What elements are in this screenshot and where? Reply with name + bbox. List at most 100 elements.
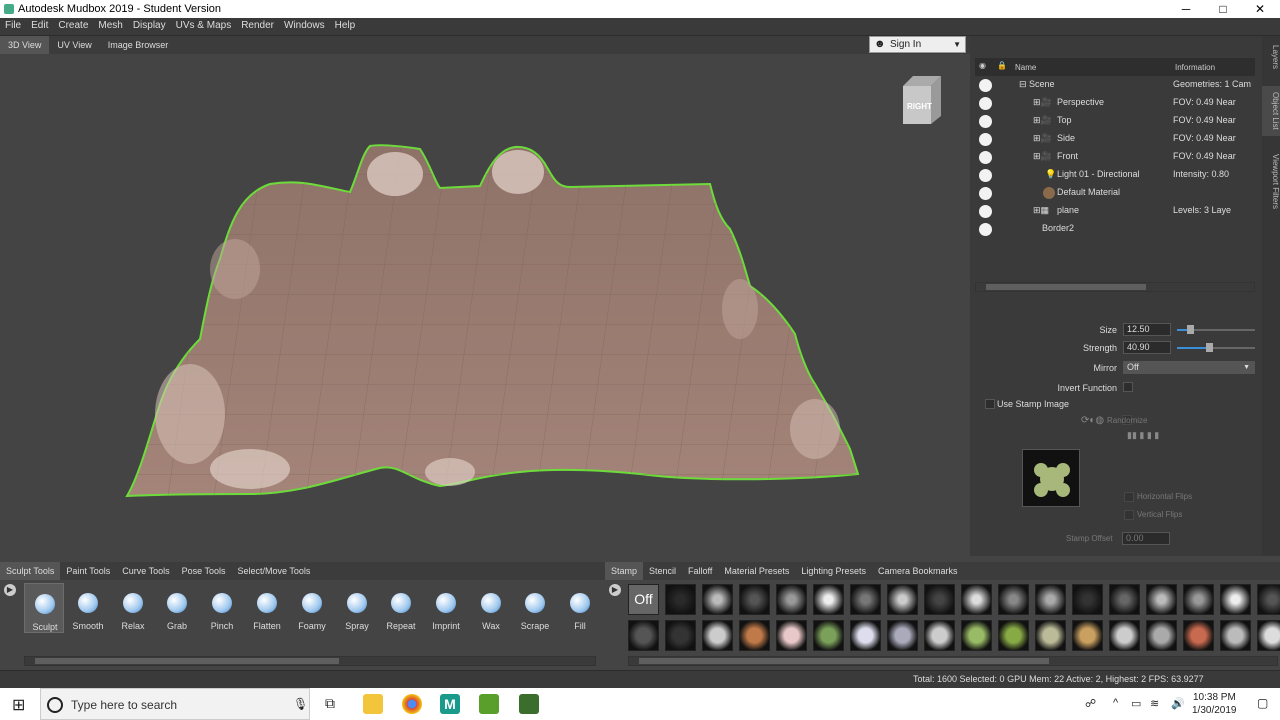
stamp-thumbnail[interactable] — [813, 584, 844, 615]
stamp-thumbnail[interactable] — [1183, 620, 1214, 651]
tab-curve-tools[interactable]: Curve Tools — [116, 562, 175, 580]
stamp-thumbnail[interactable] — [850, 620, 881, 651]
visibility-toggle[interactable] — [979, 169, 992, 182]
notifications-icon[interactable]: ▢ — [1257, 696, 1268, 710]
tab-stamp[interactable]: Stamp — [605, 562, 644, 580]
camtasia-icon[interactable] — [479, 694, 499, 714]
stamp-tray-menu-button[interactable]: ▶ — [609, 584, 621, 596]
wifi-icon[interactable]: ≋ — [1150, 697, 1159, 710]
stamp-thumbnail[interactable] — [1257, 584, 1280, 615]
tools-tray-scrollbar[interactable] — [24, 656, 596, 666]
stamp-thumbnail[interactable] — [813, 620, 844, 651]
list-item[interactable]: ⊟ Scene Geometries: 1 Cam — [975, 76, 1255, 94]
stamp-thumbnail[interactable] — [850, 584, 881, 615]
mudbox-icon[interactable]: M — [440, 694, 460, 714]
clock-date[interactable]: 1/30/2019 — [1192, 705, 1237, 716]
maximize-button[interactable]: □ — [1203, 1, 1243, 17]
system-tray-chevron-icon[interactable]: ^ — [1113, 697, 1118, 709]
stamp-thumbnail[interactable] — [665, 584, 696, 615]
menu-render[interactable]: Render — [236, 18, 279, 33]
object-list-scrollbar[interactable] — [975, 282, 1255, 292]
relax-tool[interactable]: Relax — [113, 583, 153, 633]
horizontal-flips-checkbox[interactable] — [1124, 492, 1134, 502]
wax-tool[interactable]: Wax — [471, 583, 511, 633]
stamp-thumbnail[interactable] — [1220, 584, 1251, 615]
list-item[interactable]: Border2 — [975, 220, 1255, 238]
stamp-thumbnail[interactable] — [739, 584, 770, 615]
stamp-thumbnail[interactable] — [1109, 620, 1140, 651]
menu-help[interactable]: Help — [330, 18, 361, 33]
invert-function-checkbox[interactable] — [1123, 382, 1133, 392]
tab-3d-view[interactable]: 3D View — [0, 36, 50, 54]
menu-windows[interactable]: Windows — [279, 18, 330, 33]
tab-layers[interactable]: Layers — [1262, 42, 1280, 72]
list-item[interactable]: ⊞▦ plane Levels: 3 Laye — [975, 202, 1255, 220]
stamp-adjust-sliders[interactable]: ▮▮ ▮ ▮ ▮ — [1127, 430, 1247, 500]
scrape-tool[interactable]: Scrape — [515, 583, 555, 633]
minimize-button[interactable]: ─ — [1166, 1, 1206, 17]
microphone-icon[interactable]: 🎙 — [293, 697, 308, 711]
tab-stencil[interactable]: Stencil — [643, 562, 682, 580]
tab-select-move-tools[interactable]: Select/Move Tools — [231, 562, 316, 580]
menu-display[interactable]: Display — [128, 18, 171, 33]
stamp-thumbnail[interactable] — [628, 620, 659, 651]
tab-object-list[interactable]: Object List — [1262, 86, 1280, 136]
tab-uv-view[interactable]: UV View — [49, 36, 99, 54]
tab-lighting-presets[interactable]: Lighting Presets — [795, 562, 872, 580]
task-view-icon[interactable]: ⧉ — [325, 695, 335, 712]
visibility-toggle[interactable] — [979, 79, 992, 92]
rotate-icon[interactable]: ⟳◐◍ — [1081, 415, 1104, 426]
stamp-thumbnail[interactable] — [1035, 620, 1066, 651]
stamp-thumbnail[interactable] — [1072, 620, 1103, 651]
tab-viewport-filters[interactable]: Viewport Filters — [1262, 146, 1280, 216]
tab-paint-tools[interactable]: Paint Tools — [60, 562, 116, 580]
stamp-thumbnail[interactable] — [702, 620, 733, 651]
menu-create[interactable]: Create — [53, 18, 93, 33]
repeat-tool[interactable]: Repeat — [381, 583, 421, 633]
view-cube[interactable]: RIGHT — [901, 74, 942, 124]
visibility-toggle[interactable] — [979, 187, 992, 200]
grab-tool[interactable]: Grab — [157, 583, 197, 633]
stamp-thumbnail[interactable] — [1072, 584, 1103, 615]
visibility-toggle[interactable] — [979, 205, 992, 218]
viewport-3d[interactable] — [0, 54, 966, 552]
menu-edit[interactable]: Edit — [26, 18, 53, 33]
visibility-toggle[interactable] — [979, 223, 992, 236]
stamp-thumbnail[interactable] — [961, 584, 992, 615]
strength-slider[interactable] — [1177, 343, 1255, 352]
stamp-thumbnail[interactable] — [1146, 584, 1177, 615]
stamp-image-preview[interactable] — [1022, 449, 1080, 507]
foamy-tool[interactable]: Foamy — [292, 583, 332, 633]
volume-icon[interactable]: 🔊 — [1171, 697, 1185, 710]
people-icon[interactable]: ☍ — [1085, 697, 1096, 710]
menu-file[interactable]: File — [0, 18, 26, 33]
list-item[interactable]: ⊞🎥 Side FOV: 0.49 Near — [975, 130, 1255, 148]
close-button[interactable]: ✕ — [1240, 1, 1280, 17]
list-item[interactable]: 💡 Light 01 - Directional Intensity: 0.80 — [975, 166, 1255, 184]
stamp-tray-scrollbar[interactable] — [628, 656, 1278, 666]
stamp-thumbnail[interactable] — [1146, 620, 1177, 651]
stamp-thumbnail[interactable] — [702, 584, 733, 615]
tab-sculpt-tools[interactable]: Sculpt Tools — [0, 562, 61, 580]
visibility-toggle[interactable] — [979, 97, 992, 110]
menu-mesh[interactable]: Mesh — [93, 18, 127, 33]
column-information-header[interactable]: Information — [1175, 63, 1215, 72]
stamp-thumbnail[interactable] — [776, 620, 807, 651]
list-item[interactable]: ⊞🎥 Perspective FOV: 0.49 Near — [975, 94, 1255, 112]
chrome-icon[interactable] — [402, 694, 422, 714]
stamp-thumbnail[interactable] — [998, 620, 1029, 651]
flatten-tool[interactable]: Flatten — [247, 583, 287, 633]
stamp-thumbnail[interactable] — [665, 620, 696, 651]
stamp-offset-input[interactable]: 0.00 — [1122, 532, 1170, 545]
tab-material-presets[interactable]: Material Presets — [718, 562, 795, 580]
list-item[interactable]: ⊞🎥 Front FOV: 0.49 Near — [975, 148, 1255, 166]
menu-uvs-maps[interactable]: UVs & Maps — [171, 18, 237, 33]
tab-camera-bookmarks[interactable]: Camera Bookmarks — [872, 562, 964, 580]
sculpt-tool[interactable]: Sculpt — [24, 583, 64, 633]
clock-time[interactable]: 10:38 PM — [1193, 692, 1236, 703]
tab-pose-tools[interactable]: Pose Tools — [176, 562, 232, 580]
stamp-off-button[interactable]: Off — [628, 584, 659, 615]
size-input[interactable]: 12.50 — [1123, 323, 1171, 336]
size-slider[interactable] — [1177, 325, 1255, 334]
pinch-tool[interactable]: Pinch — [202, 583, 242, 633]
